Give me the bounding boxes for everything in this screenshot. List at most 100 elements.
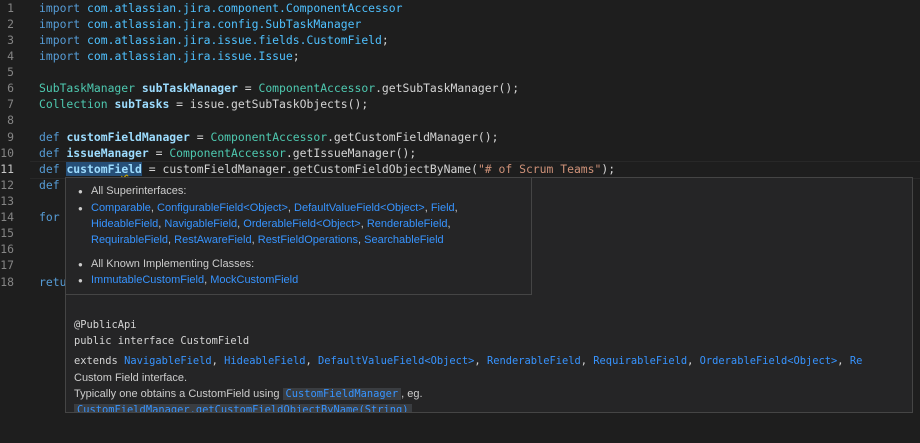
link-searchable-field[interactable]: SearchableField: [364, 234, 444, 246]
signature: public interface CustomField: [74, 335, 250, 347]
superinterfaces-row-1: Comparable, ConfigurableField<Object>, D…: [91, 202, 458, 214]
code-line-9[interactable]: def customFieldManager = ComponentAccess…: [39, 129, 499, 145]
link-immutable-custom-field[interactable]: ImmutableCustomField: [91, 274, 204, 286]
line-number: 4: [7, 49, 14, 63]
variable-name: customFieldManager: [66, 130, 190, 144]
description-line-2: Typically one obtains a CustomField usin…: [74, 386, 423, 402]
link-object[interactable]: <Object>: [787, 355, 837, 367]
link-hideable-field[interactable]: HideableField: [91, 218, 158, 230]
variable-part: ld: [128, 162, 142, 176]
package-path: com.atlassian.jira.issue.Issue: [87, 49, 293, 63]
code-line-12[interactable]: def: [39, 177, 60, 193]
line-number: 3: [7, 33, 14, 47]
code-link-custom-field-manager[interactable]: CustomFieldManager: [282, 388, 402, 400]
link-requirable-field[interactable]: RequirableField: [91, 234, 168, 246]
code-line-10[interactable]: def issueManager = ComponentAccessor.get…: [39, 145, 416, 161]
keyword: def: [39, 130, 60, 144]
implementing-row: ImmutableCustomField, MockCustomField: [91, 274, 299, 286]
link-object[interactable]: <Object>: [424, 355, 474, 367]
link-configurable-field[interactable]: ConfigurableField: [157, 202, 243, 214]
line-number: 16: [0, 242, 14, 256]
extends-row: extends NavigableField, HideableField, D…: [74, 355, 863, 367]
description-text: , eg.: [401, 388, 423, 400]
superinterfaces-row-2: HideableField, NavigableField, Orderable…: [91, 218, 451, 230]
link-field[interactable]: Field: [431, 202, 455, 214]
class-name: ComponentAccessor: [169, 146, 286, 160]
line-number: 12: [0, 178, 14, 192]
link-comparable[interactable]: Comparable: [91, 202, 151, 214]
semicolon: ;: [381, 33, 389, 47]
keyword: import: [39, 33, 81, 47]
line-number: 15: [0, 226, 14, 240]
method-call: .getIssueManager();: [285, 146, 417, 160]
link-object[interactable]: <Object>: [243, 202, 288, 214]
class-name: ComponentAccessor: [258, 81, 376, 95]
hover-tooltip[interactable]: ● All Superinterfaces: ● Comparable, Con…: [65, 177, 913, 413]
code-line-11[interactable]: def customField = customFieldManager.get…: [39, 161, 615, 177]
link-object[interactable]: <Object>: [316, 218, 361, 230]
annotation: @PublicApi: [74, 319, 137, 331]
link-rest-aware-field[interactable]: RestAwareField: [174, 234, 251, 246]
method-call: .getSubTaskManager();: [375, 81, 520, 95]
code-line-1[interactable]: import com.atlassian.jira.component.Comp…: [39, 0, 402, 16]
method-call: .getCustomFieldManager();: [327, 130, 499, 144]
link-rest-field-operations[interactable]: RestFieldOperations: [258, 234, 358, 246]
implementing-title: All Known Implementing Classes:: [91, 258, 255, 270]
line-number: 2: [7, 17, 14, 31]
assign-op: =: [169, 97, 190, 111]
variable-part: customFi: [66, 162, 122, 176]
link-renderable-field[interactable]: RenderableField: [367, 218, 448, 230]
line-number: 18: [0, 275, 14, 289]
link-orderable-field[interactable]: OrderableField: [243, 218, 316, 230]
expression: issue.getSubTaskObjects();: [189, 97, 369, 111]
description-line-1: Custom Field interface.: [74, 372, 188, 384]
line-number: 1: [7, 1, 14, 15]
code-editor[interactable]: 1 2 3 4 5 6 7 8 9 10 11 12 13 14 15 16 1…: [0, 0, 920, 443]
code-line-2[interactable]: import com.atlassian.jira.config.SubTask…: [39, 16, 361, 32]
type-name: SubTaskManager: [39, 81, 136, 95]
keyword: import: [39, 17, 81, 31]
keyword: def: [39, 162, 60, 176]
package-path: com.atlassian.jira.config.SubTaskManager: [87, 17, 362, 31]
keyword: import: [39, 1, 81, 15]
variable-name: subTaskManager: [141, 81, 238, 95]
link-object[interactable]: <Object>: [380, 202, 425, 214]
line-number: 17: [0, 258, 14, 272]
link-renderable-field[interactable]: RenderableField: [487, 355, 581, 367]
bullet-icon: ●: [78, 187, 83, 196]
code-link-get-custom-field[interactable]: CustomFieldManager.getCustomFieldObjectB…: [74, 404, 412, 412]
line-number: 13: [0, 194, 14, 208]
line-number: 8: [7, 113, 14, 127]
code-line-4[interactable]: import com.atlassian.jira.issue.Issue;: [39, 48, 300, 64]
description-line-3: CustomFieldManager.getCustomFieldObjectB…: [74, 402, 412, 412]
keyword: def: [39, 146, 60, 160]
code-line-18[interactable]: retu: [39, 274, 66, 290]
link-navigable-field[interactable]: NavigableField: [124, 355, 212, 367]
class-name: ComponentAccessor: [210, 130, 328, 144]
link-navigable-field[interactable]: NavigableField: [164, 218, 237, 230]
code-line-14[interactable]: for: [39, 209, 60, 225]
assign-op: =: [148, 146, 170, 160]
link-requirable-field[interactable]: RequirableField: [593, 355, 687, 367]
link-mock-custom-field[interactable]: MockCustomField: [210, 274, 298, 286]
description-text: Typically one obtains a CustomField usin…: [74, 388, 280, 400]
type-name: Collection: [39, 97, 108, 111]
code-line-6[interactable]: SubTaskManager subTaskManager = Componen…: [39, 80, 519, 96]
line-number: 6: [7, 81, 14, 95]
expression: customFieldManager.getCustomFieldObjectB…: [162, 162, 478, 176]
keyword: for: [39, 210, 60, 224]
link-orderable-field[interactable]: OrderableField: [700, 355, 788, 367]
line-number-active: 11: [0, 162, 14, 176]
link-hideable-field[interactable]: HideableField: [224, 355, 305, 367]
variable-name: subTasks: [114, 97, 170, 111]
semicolon: ;: [292, 49, 300, 63]
line-number: 9: [7, 130, 14, 144]
code-line-7[interactable]: Collection subTasks = issue.getSubTaskOb…: [39, 96, 368, 112]
code-line-3[interactable]: import com.atlassian.jira.issue.fields.C…: [39, 32, 389, 48]
package-path: com.atlassian.jira.component.ComponentAc…: [87, 1, 403, 15]
line-number: 10: [0, 146, 14, 160]
hovered-variable[interactable]: customField: [66, 162, 142, 176]
link-truncated[interactable]: Re: [850, 355, 863, 367]
link-default-value-field[interactable]: DefaultValueField: [294, 202, 380, 214]
link-default-value-field[interactable]: DefaultValueField: [318, 355, 424, 367]
